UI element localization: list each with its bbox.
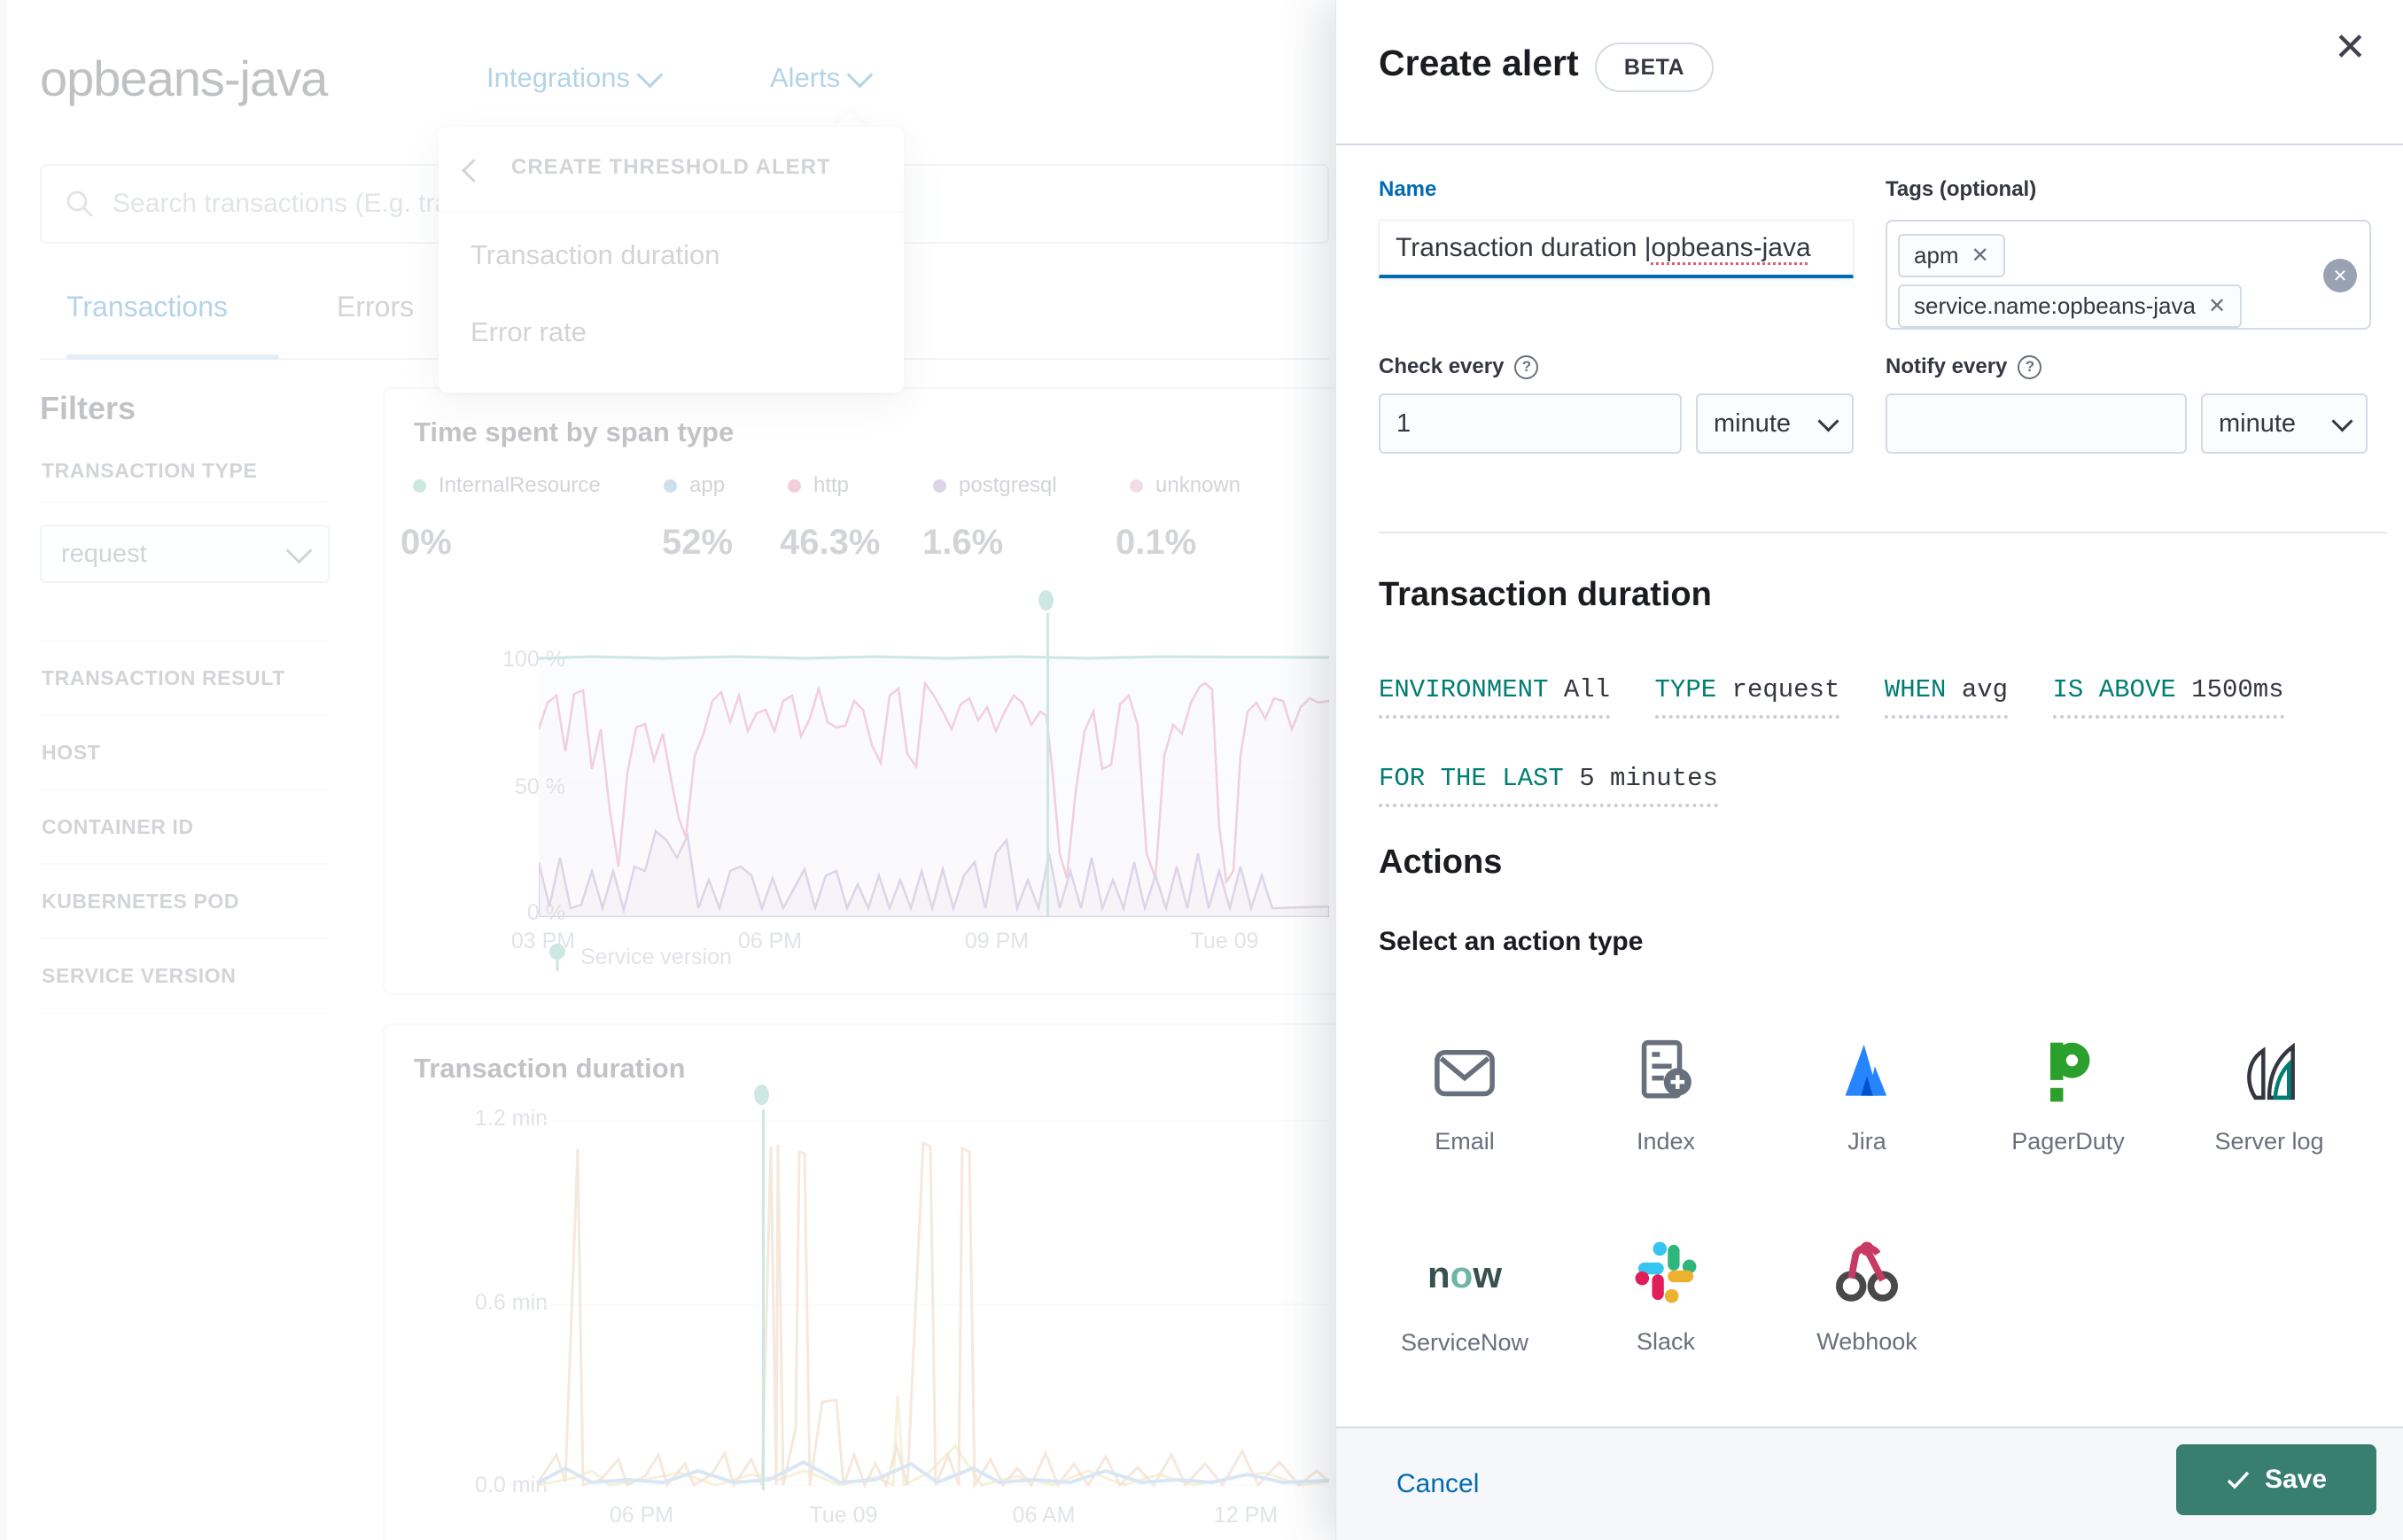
- actions-section-title: Actions: [1379, 844, 1503, 881]
- expression-value: avg: [1961, 675, 2009, 704]
- check-every-unit-select[interactable]: minute: [1696, 393, 1854, 454]
- action-label: Webhook: [1816, 1328, 1917, 1355]
- flyout-header-divider: [1336, 144, 2403, 145]
- expression-when[interactable]: WHEN avg: [1884, 675, 2009, 719]
- action-label: Slack: [1636, 1328, 1696, 1355]
- clear-tags-button[interactable]: ✕: [2323, 259, 2357, 292]
- flyout-footer: Cancel Save: [1336, 1427, 2403, 1540]
- cancel-button[interactable]: Cancel: [1396, 1469, 1479, 1499]
- chevron-down-icon: [2331, 409, 2353, 432]
- check-every-value: 1: [1396, 408, 1411, 438]
- help-icon[interactable]: ?: [1514, 354, 1539, 379]
- action-label: Email: [1435, 1128, 1495, 1155]
- action-label: ServiceNow: [1400, 1329, 1529, 1356]
- action-label: Server log: [2214, 1128, 2324, 1155]
- tag-pill-apm[interactable]: apm ✕: [1898, 234, 2005, 277]
- action-label: PagerDuty: [2011, 1128, 2125, 1155]
- pagerduty-icon: [2050, 1042, 2090, 1102]
- webhook-icon: [1836, 1241, 1898, 1302]
- name-value-text: Transaction duration |: [1396, 232, 1652, 262]
- expression-value: 5 minutes: [1579, 764, 1718, 793]
- create-alert-flyout: Create alert BETA ✕ Name Transaction dur…: [1335, 0, 2403, 1540]
- action-type-slack[interactable]: Slack: [1573, 1237, 1759, 1356]
- expression-keyword: IS ABOVE: [2052, 675, 2176, 704]
- expression-keyword: FOR THE LAST: [1379, 764, 1564, 793]
- save-label: Save: [2264, 1465, 2328, 1494]
- check-every-unit: minute: [1714, 408, 1792, 438]
- flyout-title: Create alert: [1379, 43, 1579, 83]
- tag-pill-service-name[interactable]: service.name:opbeans-java ✕: [1898, 284, 2243, 328]
- action-type-jira[interactable]: Jira: [1774, 1037, 1960, 1155]
- tags-label: Tags (optional): [1886, 177, 2037, 201]
- name-value-misspelled: opbeans-java: [1651, 232, 1811, 262]
- action-type-webhook[interactable]: Webhook: [1774, 1237, 1960, 1356]
- slack-icon: [1635, 1241, 1697, 1303]
- condition-duration-row: FOR THE LAST 5 minutes: [1379, 764, 1759, 807]
- expression-keyword: WHEN: [1884, 675, 1947, 704]
- expression-value: All: [1563, 675, 1611, 704]
- action-type-pagerduty[interactable]: PagerDuty: [1975, 1037, 2161, 1155]
- email-icon: [1435, 1050, 1495, 1097]
- check-every-label: Check every ?: [1379, 354, 1539, 379]
- beta-badge: BETA: [1595, 43, 1714, 92]
- action-label: Index: [1636, 1128, 1696, 1155]
- select-action-type-title: Select an action type: [1379, 927, 1644, 956]
- index-icon: [1641, 1039, 1691, 1099]
- remove-tag-icon[interactable]: ✕: [1971, 245, 1989, 267]
- chevron-down-icon: [1817, 409, 1839, 432]
- expression-is-above[interactable]: IS ABOVE 1500ms: [2052, 675, 2284, 719]
- expression-value: request: [1731, 675, 1840, 704]
- tag-label: service.name:opbeans-java: [1914, 292, 2196, 319]
- condition-expressions-row: ENVIRONMENT All TYPE request WHEN avg IS…: [1379, 675, 2371, 719]
- expression-keyword: TYPE: [1654, 675, 1717, 704]
- notify-every-label: Notify every ?: [1886, 354, 2042, 379]
- check-every-label-text: Check every: [1379, 354, 1505, 378]
- jira-icon: [1845, 1044, 1887, 1096]
- action-type-email[interactable]: Email: [1372, 1037, 1558, 1155]
- notify-every-label-text: Notify every: [1886, 354, 2008, 378]
- action-label: Jira: [1847, 1128, 1886, 1155]
- alert-name-input[interactable]: Transaction duration | opbeans-java: [1379, 220, 1854, 278]
- server-log-icon: [2247, 1042, 2295, 1101]
- remove-tag-icon[interactable]: ✕: [2208, 295, 2226, 317]
- tags-combobox[interactable]: apm ✕ service.name:opbeans-java ✕ ✕: [1886, 220, 2371, 330]
- save-button[interactable]: Save: [2176, 1444, 2376, 1515]
- action-type-server-log[interactable]: Server log: [2176, 1037, 2362, 1155]
- check-icon: [2227, 1471, 2250, 1489]
- condition-section-title: Transaction duration: [1379, 576, 1712, 613]
- section-divider: [1379, 532, 2387, 533]
- expression-keyword: ENVIRONMENT: [1379, 675, 1549, 704]
- check-every-value-input[interactable]: 1: [1379, 393, 1682, 454]
- action-type-index[interactable]: Index: [1573, 1037, 1759, 1155]
- action-type-servicenow[interactable]: now ServiceNow: [1372, 1237, 1558, 1357]
- notify-every-unit-select[interactable]: minute: [2201, 393, 2368, 454]
- apm-create-alert-screen: opbeans-java Integrations Alerts Search …: [0, 0, 2403, 1540]
- servicenow-icon: now: [1427, 1254, 1502, 1295]
- expression-for-the-last[interactable]: FOR THE LAST 5 minutes: [1379, 764, 1718, 807]
- name-label: Name: [1379, 177, 1437, 201]
- close-icon[interactable]: ✕: [2334, 28, 2367, 67]
- notify-every-value-input[interactable]: [1886, 393, 2187, 454]
- help-icon[interactable]: ?: [2018, 354, 2042, 379]
- expression-type[interactable]: TYPE request: [1654, 675, 1840, 719]
- expression-environment[interactable]: ENVIRONMENT All: [1379, 675, 1611, 719]
- expression-value: 1500ms: [2191, 675, 2284, 704]
- notify-every-unit: minute: [2219, 408, 2297, 438]
- tag-label: apm: [1914, 242, 1959, 268]
